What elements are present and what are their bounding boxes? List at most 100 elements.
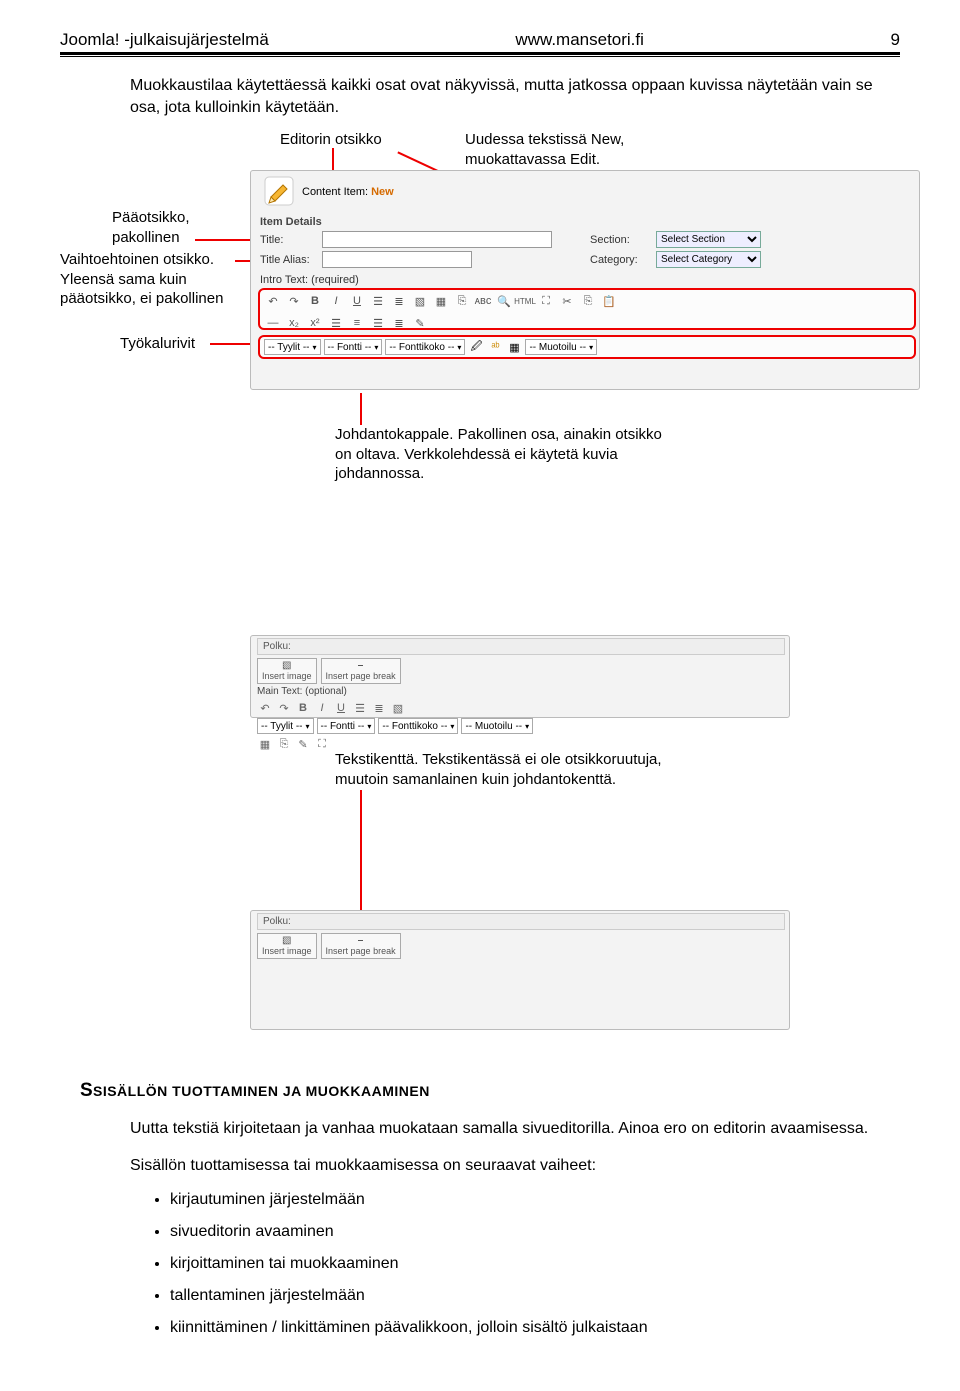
muotoilu-select-2[interactable]: -- Muotoilu --: [461, 718, 533, 734]
section-p2: Sisällön tuottamisessa tai muokkaamisess…: [130, 1155, 880, 1177]
page-break-button-2[interactable]: ⎯Insert page break: [321, 933, 401, 959]
redo-icon-2[interactable]: ↷: [276, 700, 292, 716]
toolbar-row-3: ↶ ↷ B I U ☰ ≣ ▧: [257, 700, 757, 716]
list-ol-icon[interactable]: ≣: [391, 293, 407, 309]
align-center-icon[interactable]: ≡: [349, 315, 365, 331]
list-item: kiinnittäminen / linkittäminen päävalikk…: [170, 1319, 900, 1337]
header-left: Joomla! -julkaisujärjestelmä: [60, 30, 269, 50]
underline-icon[interactable]: U: [349, 293, 365, 309]
category-label: Category:: [590, 254, 638, 266]
label-tekstikentta: Tekstikenttä. Tekstikentässä ei ole otsi…: [335, 750, 685, 789]
fonttikoko-select-2[interactable]: -- Fonttikoko --: [378, 718, 458, 734]
section-select[interactable]: Select Section: [656, 231, 761, 248]
insert-image-button-2[interactable]: ▧Insert image: [257, 933, 317, 959]
icon-d[interactable]: ⛶: [314, 736, 330, 752]
insert-image-icon[interactable]: ▧: [412, 293, 428, 309]
category-select[interactable]: Select Category: [656, 251, 761, 268]
undo-icon[interactable]: ↶: [265, 293, 281, 309]
list-item: tallentaminen järjestelmään: [170, 1287, 900, 1305]
misc-icon-2[interactable]: ▧: [390, 700, 406, 716]
steps-list: kirjautuminen järjestelmään sivueditorin…: [170, 1191, 900, 1337]
align-left-icon[interactable]: ☰: [328, 315, 344, 331]
paste-icon[interactable]: 📋: [601, 293, 617, 309]
label-paaotsikko: Pääotsikko, pakollinen: [112, 208, 190, 247]
header-rule: [60, 52, 900, 57]
insert-table-icon[interactable]: ▦: [433, 293, 449, 309]
align-right-icon[interactable]: ☰: [370, 315, 386, 331]
fullscreen-icon[interactable]: ⛶: [538, 293, 554, 309]
tyylit-select[interactable]: -- Tyylit --: [264, 339, 321, 355]
toolbar-row-5: ▦ ⎘ ✎ ⛶: [257, 736, 457, 752]
list-item: sivueditorin avaaminen: [170, 1223, 900, 1241]
label-editorin-otsikko: Editorin otsikko: [280, 130, 382, 150]
label-tyokalurivit: Työkalurivit: [120, 334, 195, 354]
spellcheck-icon[interactable]: ᴀʙᴄ: [475, 293, 491, 309]
html-icon[interactable]: HTML: [517, 293, 533, 309]
header-center: www.mansetori.fi: [515, 30, 643, 50]
list-ul-icon-2[interactable]: ☰: [352, 700, 368, 716]
item-details-heading: Item Details: [260, 216, 322, 228]
image-icon: ▧: [282, 661, 291, 671]
fonttikoko-select[interactable]: -- Fonttikoko --: [385, 339, 465, 355]
muotoilu-select[interactable]: -- Muotoilu --: [525, 339, 597, 355]
title-alias-label: Title Alias:: [260, 254, 310, 266]
conn-teksti: [360, 790, 362, 910]
text-color-icon[interactable]: 🖉: [468, 339, 484, 355]
label-johdanto: Johdantokappale. Pakollinen osa, ainakin…: [335, 425, 675, 484]
page-break-icon: ⎯: [358, 936, 363, 946]
toolbar-row-1: ↶ ↷ B I U ☰ ≣ ▧ ▦ ⎘ ᴀʙᴄ 🔍 HTML ⛶ ✂ ⎘ 📋 —: [258, 288, 916, 330]
icon-a[interactable]: ▦: [257, 736, 273, 752]
list-ul-icon[interactable]: ☰: [370, 293, 386, 309]
underline-icon-2[interactable]: U: [333, 700, 349, 716]
tyylit-select-2[interactable]: -- Tyylit --: [257, 718, 314, 734]
link-icon[interactable]: ⎘: [454, 293, 470, 309]
cut-icon[interactable]: ✂: [559, 293, 575, 309]
toolbar-row-4: -- Tyylit -- -- Fontti -- -- Fonttikoko …: [257, 718, 757, 734]
section-title: SSisällön tuottaminen ja muokkaaminen: [80, 1080, 900, 1102]
table-tools-icon[interactable]: ▦: [506, 339, 522, 355]
page-break-button-1[interactable]: ⎯Insert page break: [321, 658, 401, 684]
list-item: kirjoittaminen tai muokkaaminen: [170, 1255, 900, 1273]
icon-c[interactable]: ✎: [295, 736, 311, 752]
find-icon[interactable]: 🔍: [496, 293, 512, 309]
bold-icon[interactable]: B: [307, 293, 323, 309]
intro-text-label: Intro Text: (required): [260, 274, 359, 286]
redo-icon[interactable]: ↷: [286, 293, 302, 309]
content-item-label: Content Item:: [302, 186, 368, 198]
section-label: Section:: [590, 234, 630, 246]
image-icon: ▧: [282, 936, 291, 946]
title-alias-field[interactable]: [322, 251, 472, 268]
title-field[interactable]: [322, 231, 552, 248]
sup-icon[interactable]: x²: [307, 315, 323, 331]
insert-image-button-1[interactable]: ▧Insert image: [257, 658, 317, 684]
italic-icon-2[interactable]: I: [314, 700, 330, 716]
conn-toolbar: [210, 343, 255, 345]
bg-color-icon[interactable]: ᵃᵇ: [487, 339, 503, 355]
list-ol-icon-2[interactable]: ≣: [371, 700, 387, 716]
sub-icon[interactable]: x₂: [286, 315, 302, 331]
fontti-select-2[interactable]: -- Fontti --: [317, 718, 376, 734]
main-text-label: Main Text: (optional): [257, 686, 347, 697]
italic-icon[interactable]: I: [328, 293, 344, 309]
pencil-icon: [263, 175, 295, 207]
icon-b[interactable]: ⎘: [276, 736, 292, 752]
fontti-select[interactable]: -- Fontti --: [324, 339, 383, 355]
justify-icon[interactable]: ≣: [391, 315, 407, 331]
diagram-area: Editorin otsikko Uudessa tekstissä New, …: [60, 130, 900, 1060]
content-item-line: Content Item: New: [302, 186, 394, 198]
conn-editor: [332, 148, 334, 172]
label-uudessa: Uudessa tekstissä New, muokattavassa Edi…: [465, 130, 725, 169]
polku-row-2: Polku:: [257, 913, 785, 930]
edit-icon[interactable]: ✎: [412, 315, 428, 331]
copy-icon[interactable]: ⎘: [580, 293, 596, 309]
list-item: kirjautuminen järjestelmään: [170, 1191, 900, 1209]
undo-icon-2[interactable]: ↶: [257, 700, 273, 716]
header-page-number: 9: [891, 30, 900, 50]
toolbar-row-2: -- Tyylit -- -- Fontti -- -- Fonttikoko …: [258, 335, 916, 359]
bold-icon-2[interactable]: B: [295, 700, 311, 716]
conn-johd: [360, 393, 362, 425]
hr-icon[interactable]: —: [265, 315, 281, 331]
polku-row-1: Polku:: [257, 638, 785, 655]
content-item-value: New: [371, 186, 394, 198]
page-break-icon: ⎯: [358, 661, 363, 671]
